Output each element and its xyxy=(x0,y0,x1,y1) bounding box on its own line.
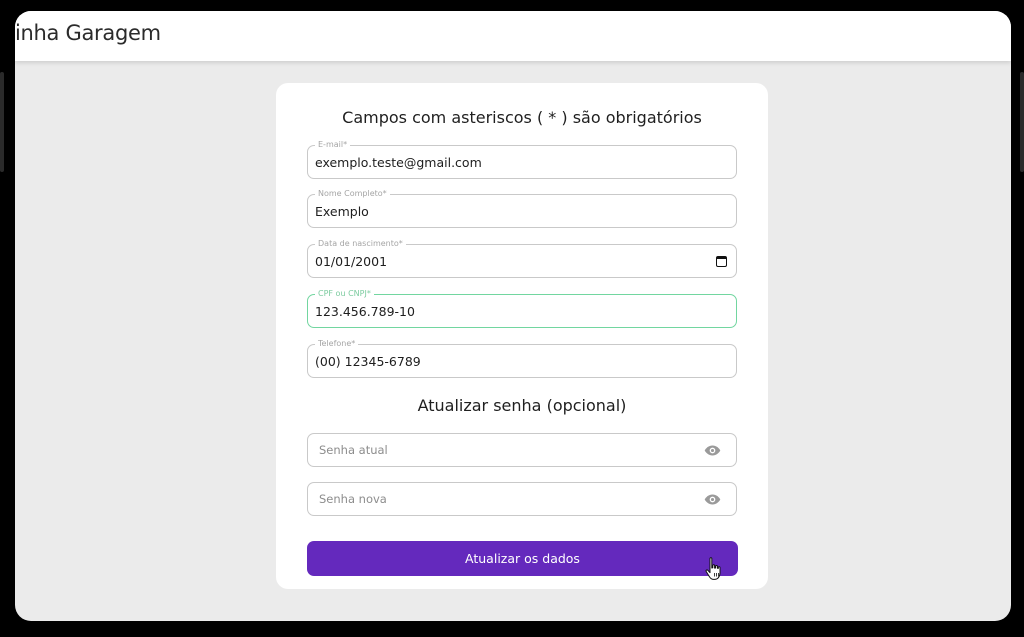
full-name-value: Exemplo xyxy=(315,204,369,219)
update-data-button[interactable]: Atualizar os dados xyxy=(307,541,738,576)
app-title: inha Garagem xyxy=(15,21,161,45)
current-password-field xyxy=(307,433,737,467)
email-value: exemplo.teste@gmail.com xyxy=(315,155,482,170)
cpf-cnpj-label: CPF ou CNPJ* xyxy=(315,288,374,300)
full-name-field[interactable]: Nome Completo* Exemplo xyxy=(307,188,737,228)
birth-date-value: 01/01/2001 xyxy=(315,254,388,269)
phone-value: (00) 12345-6789 xyxy=(315,354,421,369)
new-password-field xyxy=(307,482,737,516)
cpf-cnpj-field[interactable]: CPF ou CNPJ* 123.456.789-10 xyxy=(307,288,737,328)
email-label: E-mail* xyxy=(315,139,351,151)
new-password-input[interactable] xyxy=(319,483,689,515)
app-window: inha Garagem Campos com asteriscos ( * )… xyxy=(15,11,1011,621)
right-window-edge xyxy=(1020,72,1024,172)
full-name-label: Nome Completo* xyxy=(315,188,390,200)
cpf-cnpj-value: 123.456.789-10 xyxy=(315,304,415,319)
hand-pointer-icon xyxy=(705,557,721,580)
birth-date-label: Data de nascimento* xyxy=(315,238,406,250)
profile-form-card: Campos com asteriscos ( * ) são obrigató… xyxy=(276,83,768,589)
top-bar: inha Garagem xyxy=(15,11,1011,61)
form-heading: Campos com asteriscos ( * ) são obrigató… xyxy=(342,108,702,127)
phone-field[interactable]: Telefone* (00) 12345-6789 xyxy=(307,338,737,378)
email-field[interactable]: E-mail* exemplo.teste@gmail.com xyxy=(307,139,737,179)
birth-date-field[interactable]: Data de nascimento* 01/01/2001 xyxy=(307,238,737,278)
password-section-heading: Atualizar senha (opcional) xyxy=(417,396,627,415)
eye-icon[interactable] xyxy=(704,493,721,506)
left-window-edge xyxy=(0,72,4,172)
current-password-input[interactable] xyxy=(319,434,689,466)
calendar-icon[interactable] xyxy=(716,256,727,267)
phone-label: Telefone* xyxy=(315,338,359,350)
eye-icon[interactable] xyxy=(704,444,721,457)
